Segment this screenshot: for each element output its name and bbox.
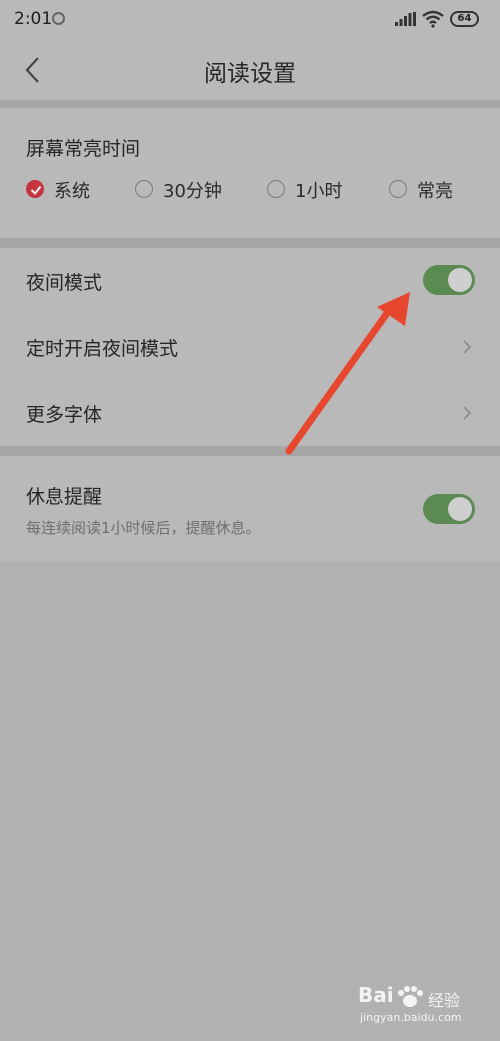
wifi-icon xyxy=(422,10,444,28)
radio-option-system[interactable]: 系统 xyxy=(26,176,106,206)
divider xyxy=(0,238,500,248)
battery-indicator: 64 xyxy=(450,11,479,27)
radio-unchecked-icon xyxy=(267,180,285,198)
radio-unchecked-icon xyxy=(135,180,153,198)
chevron-right-icon xyxy=(463,406,472,420)
radio-label: 30分钟 xyxy=(163,181,222,202)
paw-icon xyxy=(398,986,423,1007)
night-mode-label: 夜间模式 xyxy=(26,272,103,294)
toggle-knob xyxy=(448,268,472,292)
more-fonts-row[interactable]: 更多字体 xyxy=(0,380,500,446)
status-bar: 2:01 64 xyxy=(0,0,500,40)
rest-reminder-description: 每连续阅读1小时候后，提醒休息。 xyxy=(26,519,261,537)
signal-icon xyxy=(395,12,416,26)
page-title: 阅读设置 xyxy=(204,61,296,87)
scheduled-night-row[interactable]: 定时开启夜间模式 xyxy=(0,314,500,380)
divider xyxy=(0,446,500,456)
radio-option-1hour[interactable]: 1小时 xyxy=(267,176,357,206)
status-time: 2:01 xyxy=(14,9,53,29)
watermark-brand: Bai xyxy=(358,983,394,1007)
radio-checked-icon xyxy=(26,180,44,198)
display-section: 夜间模式 定时开启夜间模式 更多字体 xyxy=(0,248,500,446)
night-mode-row: 夜间模式 xyxy=(0,248,500,314)
toggle-knob xyxy=(448,497,472,521)
rest-reminder-section: 休息提醒 每连续阅读1小时候后，提醒休息。 xyxy=(0,456,500,562)
radio-label: 系统 xyxy=(54,181,90,202)
radio-label: 常亮 xyxy=(417,181,453,202)
radio-label: 1小时 xyxy=(295,181,343,202)
radio-unchecked-icon xyxy=(389,180,407,198)
rest-reminder-label: 休息提醒 xyxy=(26,486,103,508)
sync-icon xyxy=(52,12,65,25)
watermark-brand-suffix: 经验 xyxy=(428,991,461,1010)
night-mode-toggle[interactable] xyxy=(423,265,475,295)
screen-on-radio-group: 系统 30分钟 1小时 常亮 xyxy=(0,176,500,206)
scheduled-night-label: 定时开启夜间模式 xyxy=(26,338,179,360)
screen-on-section: 屏幕常亮时间 系统 30分钟 1小时 常亮 xyxy=(0,108,500,238)
screen-on-title: 屏幕常亮时间 xyxy=(26,138,141,160)
radio-option-always[interactable]: 常亮 xyxy=(389,176,469,206)
watermark-url: jingyan.baidu.com xyxy=(360,1011,462,1024)
more-fonts-label: 更多字体 xyxy=(26,404,103,426)
app-header: 阅读设置 xyxy=(0,40,500,100)
baidu-jingyan-watermark: Bai 经验 jingyan.baidu.com xyxy=(358,983,478,1029)
chevron-right-icon xyxy=(463,340,472,354)
divider xyxy=(0,100,500,108)
radio-option-30min[interactable]: 30分钟 xyxy=(135,176,235,206)
rest-reminder-toggle[interactable] xyxy=(423,494,475,524)
